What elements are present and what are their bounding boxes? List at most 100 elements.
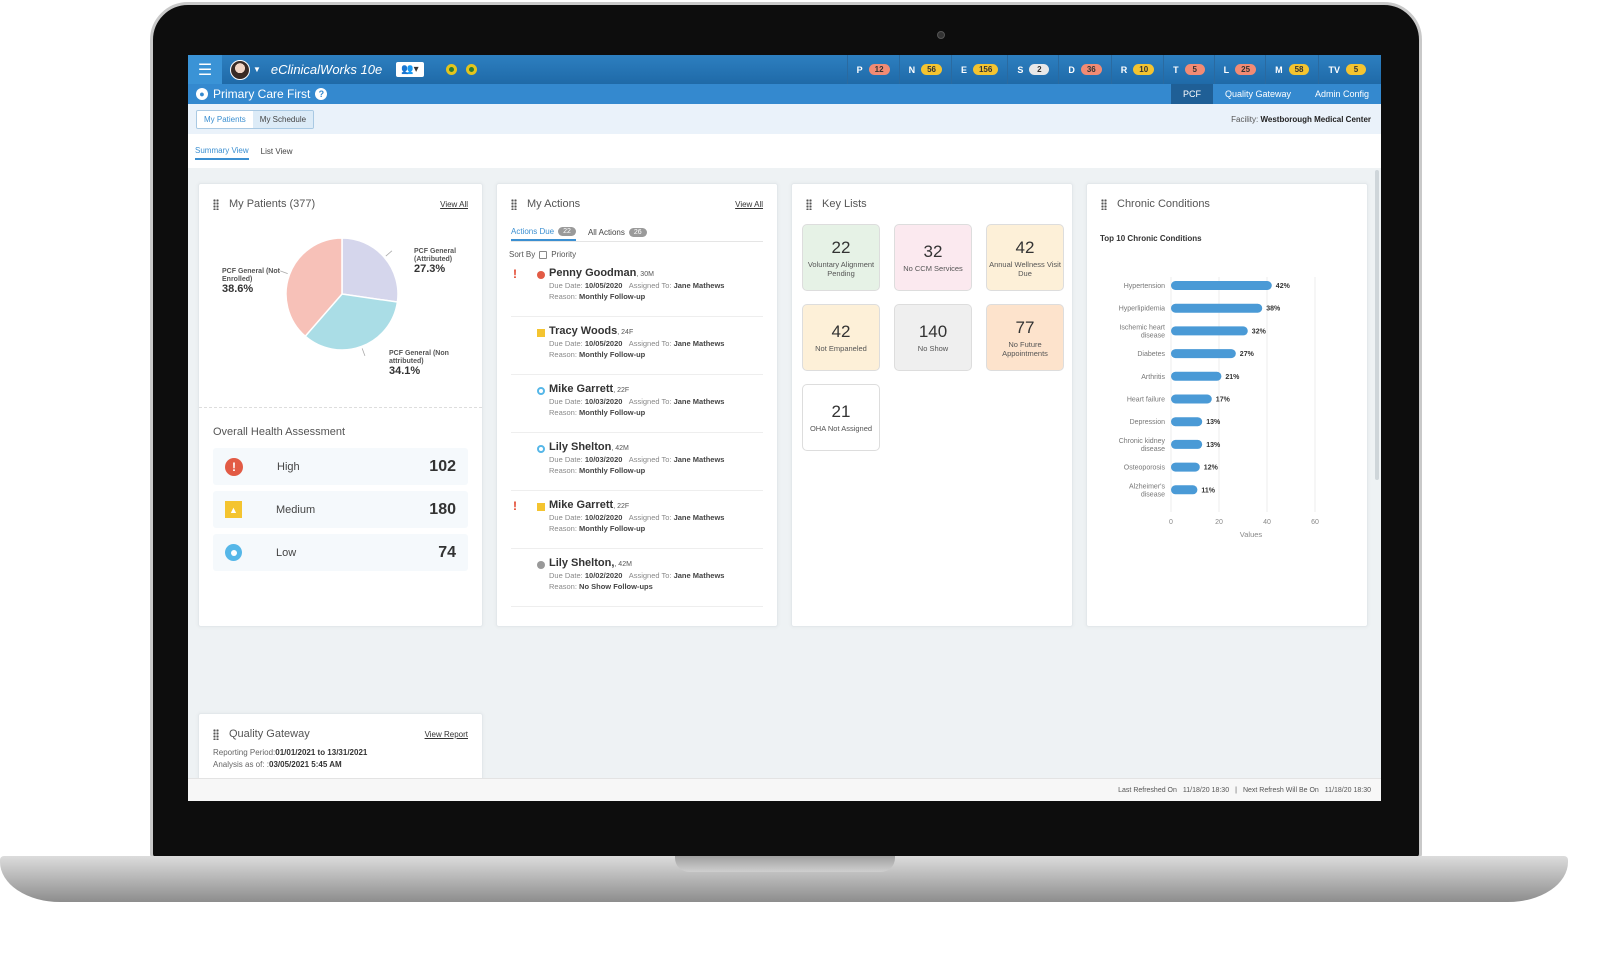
action-item[interactable]: ! Penny Goodman, 30M Due Date: 10/05/2020 … bbox=[511, 259, 763, 317]
reason: No Show Follow-ups bbox=[579, 582, 653, 591]
bar[interactable] bbox=[1171, 439, 1203, 449]
key-list-tile[interactable]: 77 No Future Appointments bbox=[986, 304, 1064, 371]
tab-list-view[interactable]: List View bbox=[261, 144, 293, 159]
view-all-link[interactable]: View All bbox=[440, 200, 468, 209]
drag-handle-icon[interactable] bbox=[511, 198, 517, 210]
pie-slice[interactable] bbox=[341, 237, 399, 303]
counter-n[interactable]: N 56 bbox=[898, 55, 951, 84]
key-list-tile[interactable]: 32 No CCM Services bbox=[894, 224, 972, 291]
action-item[interactable]: Mike Garrett, 22F Due Date: 10/03/2020 As… bbox=[511, 375, 763, 433]
patient-age-sex: , 30M bbox=[636, 271, 654, 278]
drag-handle-icon[interactable] bbox=[213, 728, 219, 740]
view-report-link[interactable]: View Report bbox=[425, 730, 468, 739]
due-date: 10/05/2020 bbox=[584, 281, 623, 290]
bar[interactable] bbox=[1171, 349, 1236, 359]
key-list-tile[interactable]: 140 No Show bbox=[894, 304, 972, 371]
medium-priority-icon bbox=[537, 503, 545, 511]
nav-admin-config[interactable]: Admin Config bbox=[1303, 84, 1381, 104]
oha-title: Overall Health Assessment bbox=[213, 426, 346, 438]
drag-handle-icon[interactable] bbox=[213, 198, 219, 210]
patient-name[interactable]: Lily Shelton, 42M bbox=[549, 441, 763, 453]
key-list-tile[interactable]: 42 Not Empaneled bbox=[802, 304, 880, 371]
reason-label: Reason: bbox=[549, 582, 577, 591]
counter-p[interactable]: P 12 bbox=[846, 55, 899, 84]
bar[interactable] bbox=[1171, 485, 1198, 495]
counter-e[interactable]: E 156 bbox=[950, 55, 1007, 84]
priority-checkbox[interactable] bbox=[539, 250, 548, 259]
high-risk-icon: ! bbox=[225, 457, 243, 476]
counter-l[interactable]: L 25 bbox=[1213, 55, 1265, 84]
counter-letter: M bbox=[1275, 64, 1283, 75]
counter-badge: 12 bbox=[868, 64, 890, 75]
counter-t[interactable]: T5 bbox=[1163, 55, 1214, 84]
user-avatar[interactable] bbox=[230, 59, 250, 80]
oha-row-low[interactable]: Low 74 bbox=[213, 534, 468, 571]
key-list-count: 42 bbox=[831, 322, 851, 341]
tab-all-actions[interactable]: All Actions 26 bbox=[588, 224, 647, 241]
facility-value: Westborough Medical Center bbox=[1260, 114, 1371, 124]
action-item[interactable]: Lily Shelton,, 42M Due Date: 10/02/2020 A… bbox=[511, 549, 763, 607]
view-all-link[interactable]: View All bbox=[735, 200, 763, 209]
key-list-tile[interactable]: 21 OHA Not Assigned bbox=[802, 384, 880, 451]
bar-value-label: 38% bbox=[1266, 306, 1281, 313]
help-icon[interactable]: ? bbox=[315, 88, 328, 100]
tab-actions-due[interactable]: Actions Due 22 bbox=[511, 224, 576, 241]
low-priority-icon bbox=[537, 445, 545, 453]
action-item[interactable]: ! Mike Garrett, 22F Due Date: 10/02/2020 A… bbox=[511, 491, 763, 549]
counter-s[interactable]: S2 bbox=[1007, 55, 1058, 84]
nav-quality-gateway[interactable]: Quality Gateway bbox=[1213, 84, 1303, 104]
category-label: Heart failure bbox=[1127, 397, 1165, 404]
patient-name[interactable]: Lily Shelton,, 42M bbox=[549, 557, 763, 569]
analysis-value: 03/05/2021 5:45 AM bbox=[269, 760, 342, 769]
tab-summary-view[interactable]: Summary View bbox=[195, 143, 249, 160]
status-indicator-icon[interactable] bbox=[465, 64, 477, 75]
bar[interactable] bbox=[1171, 326, 1248, 336]
drag-handle-icon[interactable] bbox=[806, 198, 812, 210]
due-line: Due Date: 10/05/2020 Assigned To: Jane M… bbox=[549, 339, 763, 348]
nav-pcf[interactable]: PCF bbox=[1170, 84, 1213, 104]
patient-age-sex: , 22F bbox=[613, 503, 630, 510]
bar[interactable] bbox=[1171, 394, 1212, 404]
bar[interactable] bbox=[1171, 371, 1222, 381]
key-list-count: 21 bbox=[831, 402, 851, 421]
chevron-down-icon[interactable]: ▼ bbox=[253, 65, 261, 74]
drag-handle-icon[interactable] bbox=[1101, 198, 1107, 210]
patient-name[interactable]: Mike Garrett, 22F bbox=[549, 383, 763, 395]
counter-m[interactable]: M 58 bbox=[1265, 55, 1318, 84]
due-line: Due Date: 10/03/2020 Assigned To: Jane M… bbox=[549, 455, 763, 464]
counter-tv[interactable]: TV 5 bbox=[1318, 55, 1375, 84]
bar[interactable] bbox=[1171, 462, 1200, 472]
bar[interactable] bbox=[1171, 281, 1272, 290]
reason-line: Reason: Monthly Follow-up bbox=[549, 524, 763, 533]
oha-row-medium[interactable]: ▲ Medium 180 bbox=[213, 491, 468, 528]
counter-d[interactable]: D 36 bbox=[1058, 55, 1110, 84]
oha-row-high[interactable]: ! High 102 bbox=[213, 448, 468, 485]
patient-age-sex: , 24F bbox=[617, 329, 634, 336]
bar[interactable] bbox=[1171, 417, 1203, 427]
top-bar: ☰ ▼ eClinicalWorks 10e 👥▾ P 12 N 56 E 156 S 2 D 3… bbox=[188, 55, 1381, 84]
patient-name[interactable]: Penny Goodman, 30M bbox=[549, 267, 763, 279]
reason-line: Reason: Monthly Follow-up bbox=[549, 292, 763, 301]
pie-leader-line bbox=[280, 270, 288, 275]
key-list-tile[interactable]: 42 Annual Wellness Visit Due bbox=[986, 224, 1064, 291]
patient-name[interactable]: Mike Garrett, 22F bbox=[549, 499, 763, 511]
bar-value-label: 12% bbox=[1204, 465, 1219, 472]
action-item[interactable]: Lily Shelton, 42M Due Date: 10/03/2020 As… bbox=[511, 433, 763, 491]
tab-my-patients[interactable]: My Patients bbox=[197, 110, 253, 128]
patient-name[interactable]: Tracy Woods, 24F bbox=[549, 325, 763, 337]
key-list-tile[interactable]: 22 Voluntary Alignment Pending bbox=[802, 224, 880, 291]
action-item[interactable]: Tracy Woods, 24F Due Date: 10/05/2020 Ass… bbox=[511, 317, 763, 375]
patient-search-button[interactable]: 👥▾ bbox=[396, 62, 424, 77]
counter-r[interactable]: R 10 bbox=[1110, 55, 1163, 84]
bar[interactable] bbox=[1171, 303, 1263, 313]
hamburger-menu-icon[interactable]: ☰ bbox=[188, 55, 222, 84]
tab-my-schedule[interactable]: My Schedule bbox=[252, 110, 314, 128]
page-scrollbar[interactable] bbox=[1375, 170, 1379, 480]
key-list-label: Annual Wellness Visit Due bbox=[989, 259, 1061, 278]
facility-selector[interactable]: Facility: Westborough Medical Center bbox=[1231, 115, 1371, 124]
counter-letter: D bbox=[1068, 64, 1075, 75]
status-indicator-icon[interactable] bbox=[445, 64, 457, 75]
due-date: 10/03/2020 bbox=[584, 455, 623, 464]
assigned-to: Jane Mathews bbox=[673, 455, 725, 464]
counter-letter: P bbox=[856, 64, 863, 75]
